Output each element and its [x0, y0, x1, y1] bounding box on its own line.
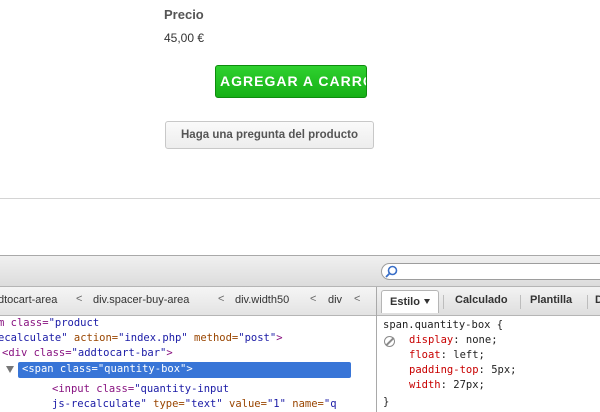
price-value: 45,00 € [164, 31, 205, 45]
attr-text: action= [67, 332, 119, 344]
attr-text: type= [146, 398, 185, 410]
markup-line[interactable]: <span class="quantity-box"> [22, 362, 193, 377]
sidebar-tabs: Estilo Calculado Plantilla D [377, 287, 600, 316]
tag-text: <span class= [22, 363, 98, 375]
breadcrumb-item[interactable]: div [328, 294, 342, 306]
value-text: "text" [184, 398, 223, 410]
tag-text: <input class= [52, 383, 135, 395]
devtools-search-input[interactable] [381, 263, 600, 280]
css-selector[interactable]: span.quantity-box { [383, 318, 503, 333]
tab-divider [587, 295, 588, 309]
css-property: padding-top [409, 364, 479, 376]
markup-line[interactable]: m class="product [0, 316, 99, 331]
breadcrumb-separator: < [354, 293, 361, 305]
tab-divider [520, 295, 521, 309]
attr-text: name= [285, 398, 324, 410]
css-property: float [409, 349, 441, 361]
breadcrumb-item[interactable]: div.width50 [235, 294, 289, 306]
ask-question-button[interactable]: Haga una pregunta del producto [165, 121, 374, 149]
markup-panel[interactable]: m class="product ecalculate" action="ind… [0, 316, 376, 412]
devtools-panel: dtocart-area < div.spacer-buy-area < div… [0, 255, 600, 412]
breadcrumb-separator: < [76, 293, 83, 305]
tag-text: m class= [0, 317, 49, 329]
value-text: "post" [238, 332, 277, 344]
chevron-down-icon [423, 299, 430, 304]
tag-text: > [276, 332, 283, 344]
markup-line[interactable]: ecalculate" action="index.php" method="p… [0, 331, 283, 346]
attr-text: value= [222, 398, 267, 410]
breadcrumb-item[interactable]: div.spacer-buy-area [93, 294, 189, 306]
value-text: "quantity-input [134, 383, 230, 395]
value-text: js-recalculate" [52, 398, 147, 410]
add-to-cart-button[interactable]: AGREGAR A CARRO [215, 65, 367, 98]
css-rule[interactable]: width: 27px; [409, 378, 485, 393]
price-label: Precio [164, 7, 204, 22]
css-property: width [409, 379, 441, 391]
breadcrumb-item[interactable]: dtocart-area [0, 294, 57, 306]
tab-plantilla[interactable]: Plantilla [530, 294, 572, 306]
css-value: left; [446, 349, 485, 361]
devtools-toolbar [0, 256, 600, 287]
attr-text: method= [187, 332, 239, 344]
disclosure-triangle-icon[interactable] [6, 366, 14, 373]
tag-text: <div class= [2, 347, 72, 359]
css-rule[interactable]: display: none; [409, 333, 498, 348]
tab-divider [443, 295, 444, 309]
css-property: display [409, 334, 454, 346]
tab-d[interactable]: D [595, 294, 600, 306]
page-divider [0, 198, 600, 199]
value-text: "index.php" [118, 332, 188, 344]
styles-panel[interactable]: span.quantity-box { display: none; float… [377, 316, 600, 412]
breadcrumb-separator: < [310, 293, 317, 305]
selected-node-row[interactable]: <span class="quantity-box"> [18, 362, 351, 378]
value-text: "q [323, 398, 337, 410]
tag-text: > [186, 363, 193, 375]
value-text: ecalculate" [0, 332, 68, 344]
value-text: "addtocart-bar" [71, 347, 167, 359]
tag-text: > [166, 347, 173, 359]
markup-line[interactable]: js-recalculate" type="text" value="1" na… [52, 397, 337, 412]
value-text: "product [48, 317, 100, 329]
product-page: Precio 45,00 € AGREGAR A CARRO Haga una … [0, 0, 600, 199]
disabled-rule-icon[interactable] [384, 336, 395, 347]
breadcrumb: dtocart-area < div.spacer-buy-area < div… [0, 287, 376, 316]
search-icon [385, 265, 398, 278]
value-text: "quantity-box" [97, 363, 187, 375]
css-value: 5px; [484, 364, 517, 376]
css-rule[interactable]: float: left; [409, 348, 485, 363]
breadcrumb-separator: < [218, 293, 225, 305]
css-close-brace: } [383, 396, 390, 408]
markup-line[interactable]: <div class="addtocart-bar"> [2, 346, 173, 361]
css-value: none; [459, 334, 498, 346]
tab-estilo[interactable]: Estilo [381, 290, 439, 313]
css-rule[interactable]: padding-top: 5px; [409, 363, 516, 378]
value-text: "1" [266, 398, 286, 410]
tab-label: Estilo [390, 296, 420, 308]
css-value: 27px; [446, 379, 485, 391]
markup-line[interactable]: <input class="quantity-input [52, 382, 229, 397]
tab-calculado[interactable]: Calculado [455, 294, 508, 306]
